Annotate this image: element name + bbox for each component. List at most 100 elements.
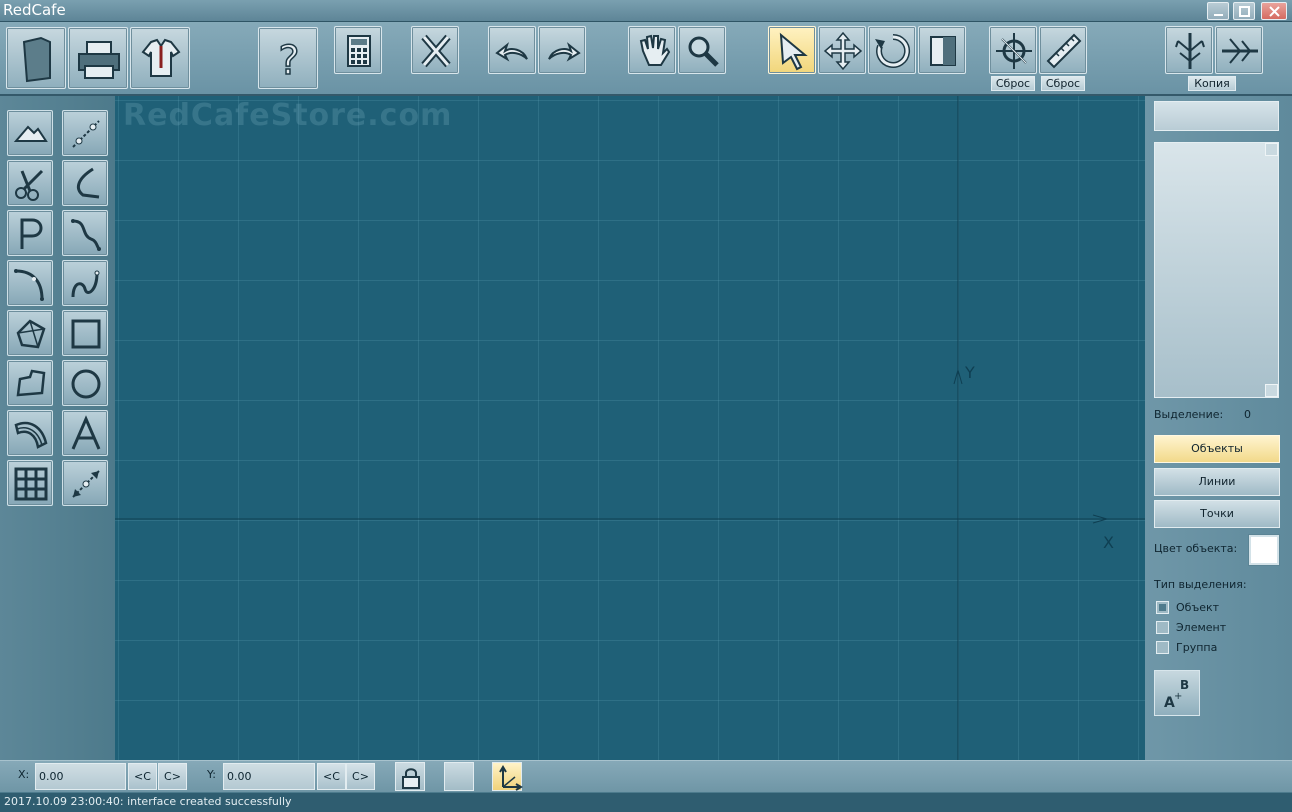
tool-mountain-button[interactable] xyxy=(7,110,53,156)
name-input[interactable] xyxy=(1154,101,1279,131)
main-toolbar: ? Сброс Сброс Копия xyxy=(0,22,1292,96)
object-checkbox[interactable] xyxy=(1156,601,1169,614)
reset-button-2[interactable]: Сброс xyxy=(1041,76,1085,91)
polyline-icon xyxy=(16,369,46,397)
x-next-button[interactable]: C> xyxy=(158,763,187,790)
x-prev-button[interactable]: <C xyxy=(128,763,157,790)
hand-icon xyxy=(639,34,671,66)
drawing-canvas[interactable]: RedCafeStore.com X Y xyxy=(115,96,1145,760)
tool-polygon-rotate-button[interactable] xyxy=(7,310,53,356)
tool-cut-button[interactable] xyxy=(7,160,53,206)
y-axis-label: Y xyxy=(964,363,975,382)
polygon-rotate-icon xyxy=(16,319,46,349)
rotate-button[interactable] xyxy=(868,26,916,74)
close-button[interactable] xyxy=(1261,2,1287,20)
axes-origin-icon xyxy=(499,765,523,791)
delete-button[interactable] xyxy=(411,26,459,74)
svg-text:+: + xyxy=(1174,691,1182,702)
close-icon xyxy=(1269,6,1280,17)
undo-button[interactable] xyxy=(488,26,536,74)
svg-text:?: ? xyxy=(278,38,299,84)
spline-icon xyxy=(71,270,100,298)
mirror-horizontal-button[interactable] xyxy=(1215,26,1263,74)
pan-button[interactable] xyxy=(628,26,676,74)
scroll-up-icon[interactable] xyxy=(1265,143,1278,156)
move-arrows-icon xyxy=(823,31,863,71)
ruler-button[interactable] xyxy=(1039,26,1087,74)
group-option-label: Группа xyxy=(1176,641,1218,654)
move-button[interactable] xyxy=(818,26,866,74)
swap-ab-button[interactable]: A B + xyxy=(1154,670,1200,716)
element-checkbox[interactable] xyxy=(1156,621,1169,634)
help-button[interactable]: ? xyxy=(258,27,318,89)
selection-label: Выделение: xyxy=(1154,408,1224,421)
target-icon xyxy=(996,33,1032,69)
new-document-icon xyxy=(22,36,51,83)
y-prev-button[interactable]: <C xyxy=(317,763,346,790)
tool-text-button[interactable] xyxy=(62,410,108,456)
rectangle-icon xyxy=(71,319,101,349)
tool-dart-button[interactable] xyxy=(7,210,53,256)
page-corner-icon xyxy=(930,36,956,66)
tool-rectangle-button[interactable] xyxy=(62,310,108,356)
left-tool-panel xyxy=(0,96,115,760)
object-option-label: Объект xyxy=(1176,601,1220,614)
letter-a-icon xyxy=(71,415,101,450)
x-axis-label: X xyxy=(1103,533,1114,552)
object-color-label: Цвет объекта: xyxy=(1154,542,1238,555)
lock-icon xyxy=(402,768,420,789)
zoom-button[interactable] xyxy=(678,26,726,74)
tool-spline-button[interactable] xyxy=(62,260,108,306)
new-document-button[interactable] xyxy=(6,27,66,89)
tool-polyline-button[interactable] xyxy=(7,360,53,406)
tool-angle-curve-button[interactable] xyxy=(62,160,108,206)
mirror-vertical-button[interactable] xyxy=(1165,26,1213,74)
tool-ring-sector-button[interactable] xyxy=(7,410,53,456)
empty-toggle-button[interactable] xyxy=(444,762,474,791)
origin-button[interactable] xyxy=(492,762,523,791)
copy-button[interactable]: Копия xyxy=(1188,76,1236,91)
element-option-label: Элемент xyxy=(1176,621,1227,634)
print-button[interactable] xyxy=(68,27,128,89)
tool-circle-button[interactable] xyxy=(62,360,108,406)
lock-button[interactable] xyxy=(395,762,425,791)
coordinate-bar: X: 0.00 <C C> Y: 0.00 <C C> xyxy=(0,760,1292,792)
ruler-icon xyxy=(1046,33,1082,69)
points-button[interactable]: Точки xyxy=(1154,500,1280,528)
reset-button-1[interactable]: Сброс xyxy=(991,76,1035,91)
group-checkbox[interactable] xyxy=(1156,641,1169,654)
minimize-icon xyxy=(1214,14,1223,16)
object-list[interactable] xyxy=(1154,142,1279,398)
tool-grid-button[interactable] xyxy=(7,460,53,506)
shirt-icon xyxy=(141,38,181,77)
redo-button[interactable] xyxy=(538,26,586,74)
circle-icon xyxy=(71,369,101,399)
snap-tool-button[interactable] xyxy=(989,26,1037,74)
selection-type-label: Тип выделения: xyxy=(1154,578,1247,591)
maximize-button[interactable] xyxy=(1233,2,1255,20)
minimize-button[interactable] xyxy=(1207,2,1229,20)
lines-button[interactable]: Линии xyxy=(1154,468,1280,496)
tool-s-curve-button[interactable] xyxy=(62,210,108,256)
objects-button[interactable]: Объекты xyxy=(1154,435,1280,463)
calculator-icon xyxy=(347,35,371,67)
garment-button[interactable] xyxy=(130,27,190,89)
object-color-swatch[interactable] xyxy=(1249,535,1279,565)
tool-dimension-button[interactable] xyxy=(62,460,108,506)
tool-line-points-button[interactable] xyxy=(62,110,108,156)
y-input[interactable]: 0.00 xyxy=(223,763,315,790)
ab-swap-icon: AB+ xyxy=(1164,678,1189,711)
select-button[interactable] xyxy=(768,26,816,74)
mirror-button[interactable] xyxy=(918,26,966,74)
print-icon xyxy=(78,41,120,79)
delete-icon xyxy=(421,34,451,68)
redo-icon xyxy=(548,42,581,62)
help-icon: ? xyxy=(278,37,301,85)
x-input[interactable]: 0.00 xyxy=(35,763,126,790)
y-next-button[interactable]: C> xyxy=(346,763,375,790)
tool-arc-button[interactable] xyxy=(7,260,53,306)
scroll-down-icon[interactable] xyxy=(1265,384,1278,397)
dimension-arrow-icon xyxy=(72,470,100,498)
mirror-vertical-icon xyxy=(1175,33,1205,69)
calculator-button[interactable] xyxy=(334,26,382,74)
